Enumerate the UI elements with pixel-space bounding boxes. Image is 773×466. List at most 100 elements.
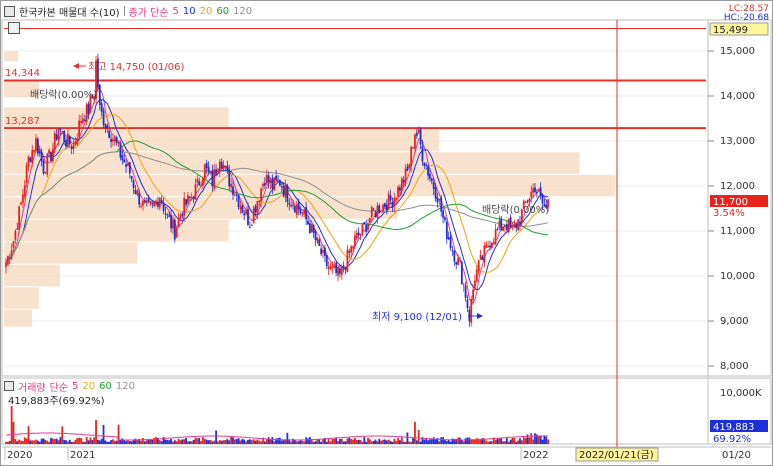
candle-body [113, 137, 116, 142]
volume-profile-bar [4, 219, 229, 242]
candle-body [209, 171, 212, 174]
candle-body [123, 159, 126, 163]
candle-body [412, 147, 414, 149]
ma-period-10[interactable]: 10 [183, 6, 196, 17]
volume-bar [21, 441, 24, 444]
stock-title[interactable]: 한국카본 매물대 수(10) [19, 4, 120, 19]
volume-bar [14, 439, 17, 444]
candle-body [502, 226, 505, 231]
volume-bar [151, 440, 154, 444]
ma-period-20[interactable]: 20 [200, 6, 213, 17]
volume-bar [211, 441, 214, 444]
level-label-13287: 13,287 [5, 116, 40, 127]
volume-bar [337, 441, 339, 444]
volume-bar [8, 440, 11, 444]
volume-bar [297, 441, 300, 444]
candle-body [115, 137, 118, 143]
candle-body [532, 188, 535, 193]
volume-ma-5[interactable]: 5 [72, 381, 78, 392]
candle-body [537, 189, 540, 192]
volume-bar [389, 440, 392, 444]
candle-body [65, 140, 67, 147]
volume-bar [427, 440, 429, 444]
candle-body [387, 193, 390, 209]
ma-period-60[interactable]: 60 [216, 6, 229, 17]
volume-bar [423, 439, 426, 444]
candle-body [25, 165, 28, 184]
candle-body [434, 187, 437, 199]
candle-body [423, 162, 426, 166]
volume-bar [203, 438, 206, 444]
volume-collapse-icon[interactable] [4, 381, 14, 391]
volume-bar [515, 441, 518, 444]
candle-body [14, 230, 17, 240]
candle-body [382, 204, 384, 211]
volume-bar [318, 439, 321, 444]
volume-bar [108, 441, 111, 444]
volume-bar [464, 438, 467, 444]
volume-bar [325, 441, 328, 444]
candle-body [20, 202, 22, 205]
price-tick: 8,000 [720, 361, 749, 372]
volume-profile-bar [4, 309, 33, 327]
candle-body [164, 213, 167, 215]
ma-period-5[interactable]: 5 [172, 6, 178, 17]
volume-bar [123, 439, 126, 444]
candle-body [385, 204, 388, 212]
candle-body [438, 198, 441, 201]
volume-bar [115, 440, 118, 444]
candle-body [352, 246, 354, 249]
volume-bar [498, 438, 501, 444]
candle-body [445, 222, 448, 239]
volume-bar [346, 438, 349, 444]
volume-ma-20[interactable]: 20 [82, 381, 95, 392]
candle-body [80, 121, 82, 123]
candle-body [36, 138, 39, 154]
ma-period-120[interactable]: 120 [233, 6, 252, 17]
volume-bar [485, 440, 488, 444]
stock-chart[interactable]: 15,000 14,000 13,000 12,000 11,000 10,00… [0, 0, 773, 466]
candle-body [460, 261, 463, 285]
volume-bar [370, 441, 373, 444]
candle-body [310, 224, 313, 233]
candle-body [329, 265, 332, 270]
volume-header: 거래량 단순 5 20 60 120 [4, 380, 135, 394]
candle-body [265, 174, 268, 184]
candle-body [170, 215, 172, 229]
volume-bar [410, 441, 413, 444]
collapse-square-icon[interactable] [4, 5, 15, 17]
candle-body [237, 194, 240, 207]
candle-body [125, 164, 127, 167]
candle-body [138, 193, 141, 205]
volume-bar [194, 437, 197, 444]
candle-body [31, 150, 34, 164]
candle-body [98, 84, 101, 106]
volume-bar [183, 439, 186, 444]
candle-body [68, 136, 71, 145]
scale-toggle-icon[interactable] [8, 22, 20, 34]
candle-body [468, 309, 471, 322]
volume-bar [308, 437, 311, 444]
volume-bar [312, 441, 315, 444]
volume-bar [98, 440, 101, 444]
candle-body [286, 185, 289, 203]
candle-body [106, 125, 109, 129]
volume-bar [502, 441, 505, 444]
candle-body [318, 239, 321, 246]
volume-ma-120[interactable]: 120 [116, 381, 135, 392]
candle-body [239, 206, 242, 210]
volume-bar [125, 440, 127, 444]
volume-ma-60[interactable]: 60 [99, 381, 112, 392]
candle-body [494, 229, 497, 245]
volume-bar [532, 439, 535, 444]
volume-bar [271, 437, 274, 444]
volume-bar [218, 440, 221, 444]
candle-body [301, 212, 304, 215]
candle-body [158, 198, 161, 208]
volume-bar [320, 441, 323, 444]
volume-bar [29, 440, 32, 444]
volume-profile-bar [4, 242, 138, 264]
ma-label[interactable]: 종가 단순 [129, 4, 169, 19]
candle-body [402, 179, 405, 183]
volume-bar [5, 441, 7, 444]
